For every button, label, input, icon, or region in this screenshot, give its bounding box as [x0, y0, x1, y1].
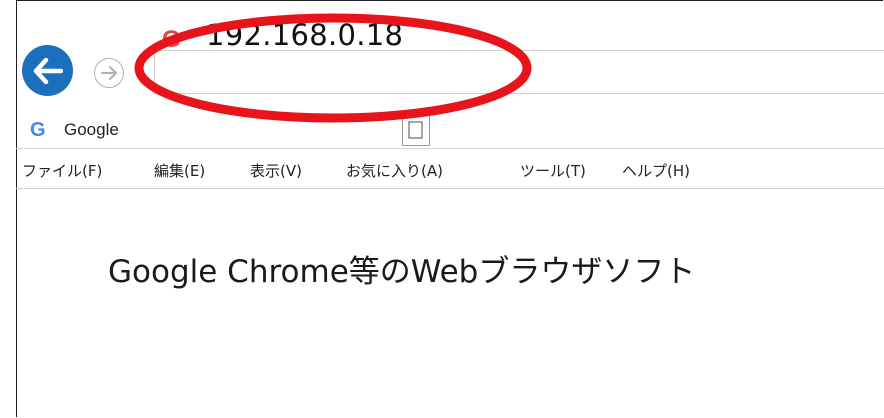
back-arrow-icon: [33, 57, 63, 84]
menu-help[interactable]: ヘルプ(H): [622, 160, 690, 181]
menu-tools[interactable]: ツール(T): [520, 160, 586, 181]
menu-file[interactable]: ファイル(F): [22, 160, 102, 181]
address-field[interactable]: [154, 50, 884, 94]
menu-favorites[interactable]: お気に入り(A): [346, 160, 443, 181]
menu-bar: ファイル(F) 編集(E) 表示(V) お気に入り(A) ツール(T) ヘルプ(…: [16, 150, 884, 189]
new-tab-button[interactable]: [402, 112, 430, 146]
menu-view[interactable]: 表示(V): [250, 160, 302, 181]
content-caption: Google Chrome等のWebブラウザソフト: [108, 254, 696, 290]
forward-button[interactable]: [94, 58, 124, 88]
google-g-icon: G: [162, 26, 181, 53]
navigation-bar: [16, 38, 884, 108]
forward-arrow-icon: [101, 66, 117, 80]
new-tab-icon: [408, 121, 423, 139]
tab-bar: G Google: [16, 112, 884, 149]
tab-google-icon: G: [30, 119, 46, 141]
menu-edit[interactable]: 編集(E): [154, 160, 205, 181]
back-button[interactable]: [22, 45, 73, 96]
url-text[interactable]: 192.168.0.18: [206, 18, 403, 52]
tab-title[interactable]: Google: [64, 120, 119, 140]
